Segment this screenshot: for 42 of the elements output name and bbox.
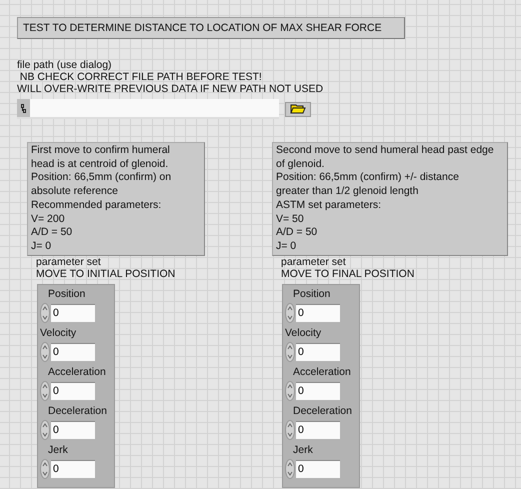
parameter-label: Deceleration	[293, 404, 353, 418]
cluster-label: MOVE TO INITIAL POSITION	[36, 268, 176, 280]
spinner-arrows-icon[interactable]	[40, 342, 50, 362]
parameter-label: Velocity	[40, 326, 78, 340]
numeric-field[interactable]: 0	[296, 460, 340, 478]
path-icon	[21, 104, 26, 112]
parameter-label: Deceleration	[48, 404, 108, 418]
numeric-field[interactable]: 0	[51, 342, 95, 361]
spinner-arrows-icon[interactable]	[40, 302, 50, 323]
file-path-field[interactable]	[17, 99, 279, 119]
spinner-arrows-icon[interactable]	[285, 380, 295, 401]
numeric-field[interactable]: 0	[51, 420, 95, 439]
cluster-label: MOVE TO FINAL POSITION	[281, 268, 416, 280]
spinner-arrows-icon[interactable]	[285, 302, 295, 323]
numeric-field[interactable]: 0	[51, 460, 95, 478]
spinner-arrows-icon[interactable]	[285, 342, 295, 362]
numeric-field[interactable]: 0	[51, 382, 95, 400]
browse-button[interactable]	[285, 102, 311, 116]
parameter-label: Acceleration	[48, 366, 107, 379]
numeric-field[interactable]: 0	[296, 342, 340, 361]
cluster-label: parameter set	[36, 256, 102, 268]
panel-title: TEST TO DETERMINE DISTANCE TO LOCATION OF MAX SHEAR FORCE	[17, 17, 405, 39]
spinner-arrows-icon[interactable]	[40, 420, 50, 440]
parameter-label: Position	[48, 288, 86, 301]
cluster-label: parameter set	[281, 256, 347, 268]
file-path-label: NB CHECK CORRECT FILE PATH BEFORE TEST!	[18, 71, 263, 83]
parameter-label: Jerk	[293, 444, 314, 457]
parameter-label: Position	[293, 288, 332, 301]
numeric-field[interactable]: 0	[51, 304, 95, 322]
numeric-field[interactable]: 0	[296, 382, 340, 400]
parameter-label: Acceleration	[293, 366, 352, 379]
spinner-arrows-icon[interactable]	[40, 380, 50, 401]
folder-icon	[290, 104, 306, 114]
spinner-arrows-icon[interactable]	[285, 458, 295, 479]
numeric-field[interactable]: 0	[296, 304, 340, 322]
parameter-label: Jerk	[48, 444, 69, 457]
spinner-arrows-icon[interactable]	[40, 458, 50, 479]
parameter-label: Velocity	[285, 326, 322, 340]
file-path-label: file path (use dialog)	[17, 59, 113, 71]
spinner-arrows-icon[interactable]	[285, 420, 295, 440]
file-path-label: WILL OVER-WRITE PREVIOUS DATA IF NEW PATH NOT USED	[17, 83, 324, 95]
numeric-field[interactable]: 0	[296, 420, 340, 439]
